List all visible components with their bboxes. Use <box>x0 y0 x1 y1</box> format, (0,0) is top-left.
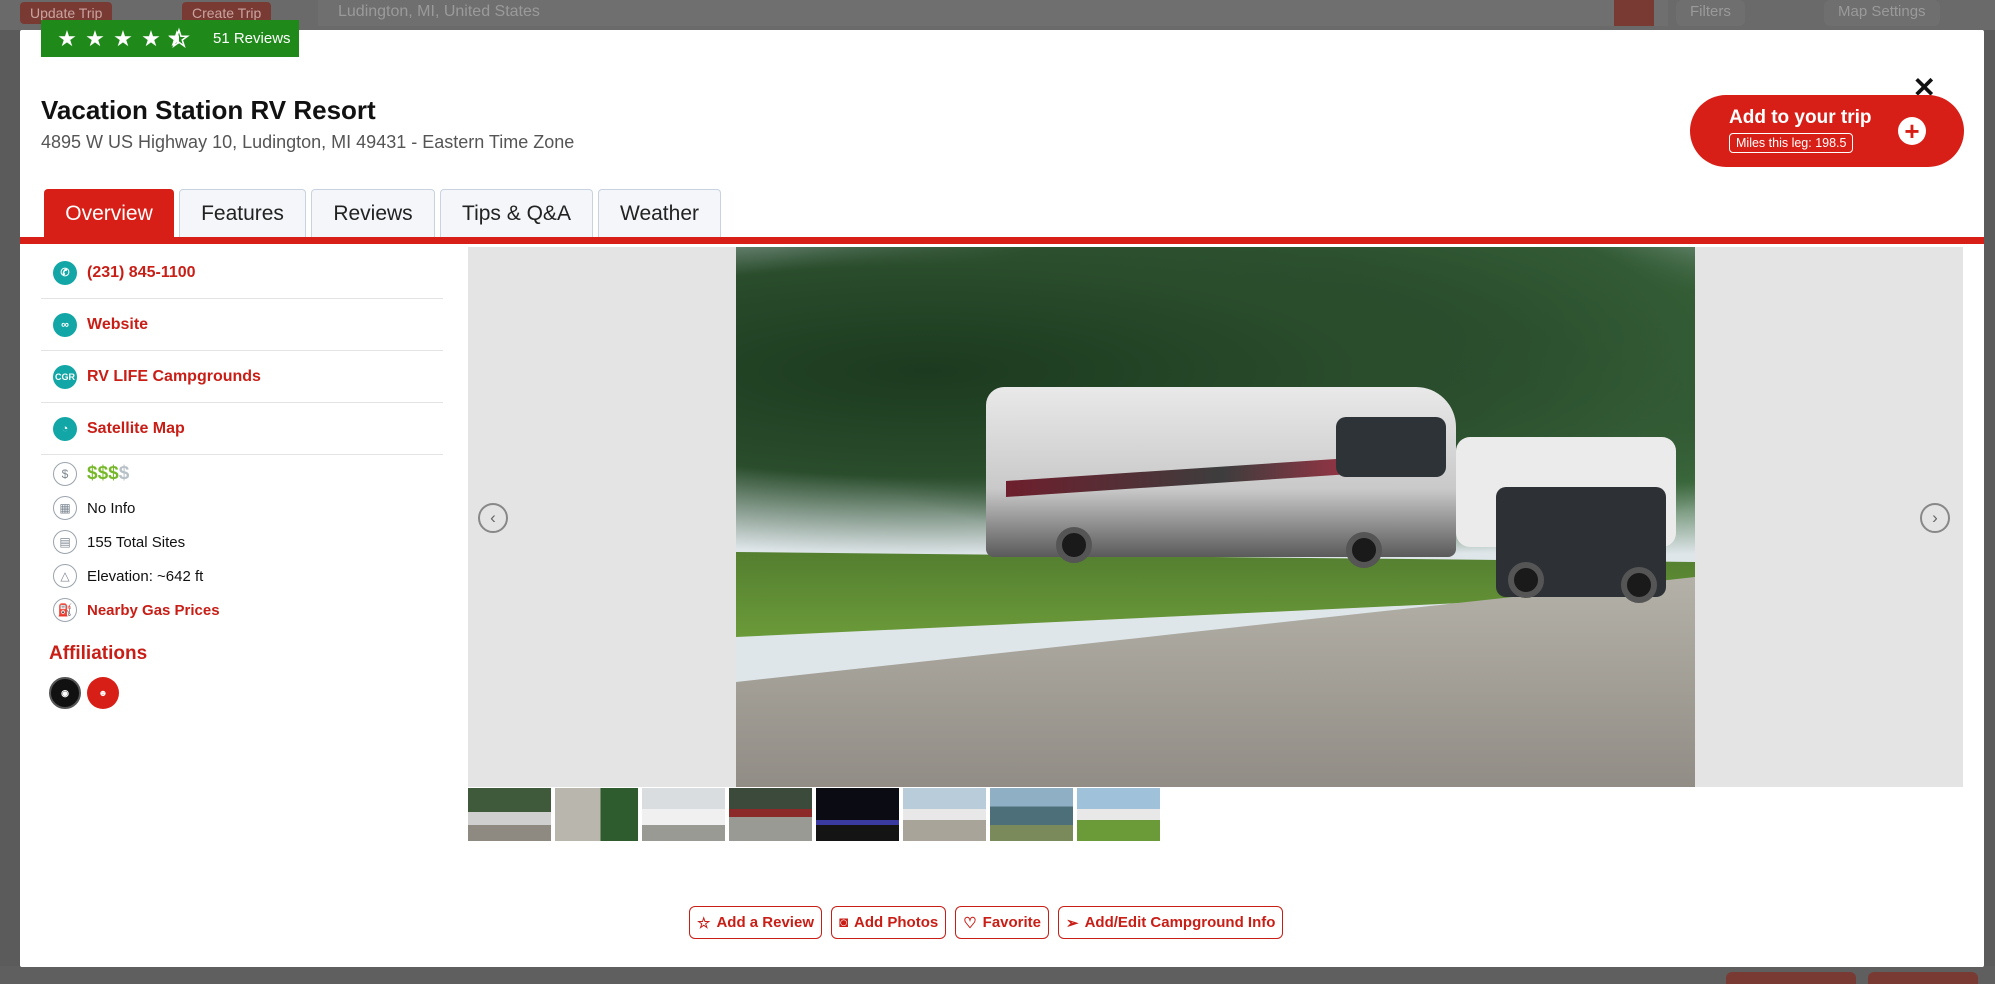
rvlife-row: CGR RV LIFE Campgrounds <box>41 351 443 403</box>
total-sites-value: 155 Total Sites <box>87 533 186 551</box>
favorite-button[interactable]: ♡ Favorite <box>955 906 1050 939</box>
send-icon: ➢ <box>1066 914 1079 932</box>
photo-wheel <box>1508 562 1544 598</box>
tab-weather[interactable]: Weather <box>598 189 721 237</box>
miles-this-leg: Miles this leg: 198.5 <box>1729 133 1854 153</box>
thumbnail[interactable] <box>468 788 551 841</box>
thumbnail[interactable] <box>1077 788 1160 841</box>
star-icon: ★ <box>141 25 161 51</box>
cgr-icon: CGR <box>53 364 77 389</box>
rvlife-campgrounds-link[interactable]: RV LIFE Campgrounds <box>87 368 261 386</box>
satellite-map-link[interactable]: Satellite Map <box>87 420 185 438</box>
heart-icon: ♡ <box>963 914 977 932</box>
edit-campground-info-label: Add/Edit Campground Info <box>1084 914 1276 931</box>
season-row: ▦ No Info <box>41 491 443 525</box>
background-bottom-bar <box>0 966 1995 984</box>
star-icon: ★ <box>85 25 105 51</box>
nearby-gas-prices-link[interactable]: Nearby Gas Prices <box>87 602 220 619</box>
chevron-right-icon[interactable]: › <box>1920 503 1950 533</box>
thumbnail[interactable] <box>729 788 812 841</box>
thumbnail-strip <box>468 788 1160 841</box>
photo-gallery: ‹ › <box>468 247 1963 787</box>
background-search-input: Ludington, MI, United States <box>318 0 1668 26</box>
phone-row: ✆ (231) 845-1100 <box>41 247 443 299</box>
add-photos-button[interactable]: ◙ Add Photos <box>830 906 947 939</box>
review-star-icon: ☆ <box>697 914 711 932</box>
filters-button: Filters <box>1676 0 1745 26</box>
tab-overview[interactable]: Overview <box>44 189 174 237</box>
gas-pump-icon: ⛽ <box>53 598 77 622</box>
edit-campground-info-button[interactable]: ➢ Add/Edit Campground Info <box>1058 906 1284 939</box>
photo-wheel <box>1056 527 1092 563</box>
info-panel: ✆ (231) 845-1100 ∞ Website CGR RV LIFE C… <box>41 247 443 709</box>
star-icon: ★ <box>113 25 133 51</box>
plus-circle-icon: + <box>1898 117 1926 145</box>
satellite-row: ◔ Satellite Map <box>41 403 443 455</box>
price-row: $ $$$$ <box>41 457 443 491</box>
thumbnail[interactable] <box>642 788 725 841</box>
sites-row: ▤ 155 Total Sites <box>41 525 443 559</box>
thumbnail[interactable] <box>990 788 1073 841</box>
website-link[interactable]: Website <box>87 316 148 334</box>
favorite-label: Favorite <box>982 914 1042 931</box>
star-half-icon: ★ <box>167 28 191 50</box>
page-title: Vacation Station RV Resort <box>41 95 376 125</box>
sites-icon: ▤ <box>53 530 77 554</box>
dollar-icon: $ <box>53 462 77 486</box>
phone-icon: ✆ <box>53 260 77 285</box>
add-photos-label: Add Photos <box>854 914 939 931</box>
satellite-icon: ◔ <box>53 416 77 441</box>
chevron-left-icon[interactable]: ‹ <box>478 503 508 533</box>
thumbnail[interactable] <box>903 788 986 841</box>
background-bottom-tab <box>1726 972 1856 984</box>
tab-reviews[interactable]: Reviews <box>311 189 435 237</box>
price-level: $$$ <box>87 463 119 484</box>
calendar-icon: ▦ <box>53 496 77 520</box>
elevation-value: Elevation: ~642 ft <box>87 567 204 585</box>
action-bar: ☆ Add a Review ◙ Add Photos ♡ Favorite ➢… <box>689 906 1284 939</box>
photo-rv-window <box>1336 417 1446 477</box>
background-search-button <box>1614 0 1654 26</box>
good-sam-logo-icon[interactable]: ◉ <box>49 677 81 709</box>
star-icon: ★ <box>57 25 77 51</box>
tab-bar: Overview Features Reviews Tips & Q&A Wea… <box>44 189 721 237</box>
main-photo[interactable] <box>736 247 1695 787</box>
tab-features[interactable]: Features <box>179 189 306 237</box>
tab-divider <box>20 237 1984 244</box>
add-review-button[interactable]: ☆ Add a Review <box>689 906 822 939</box>
phone-link[interactable]: (231) 845-1100 <box>87 264 196 282</box>
season-value: No Info <box>87 499 136 517</box>
background-bottom-tab <box>1868 972 1978 984</box>
add-review-label: Add a Review <box>716 914 814 931</box>
mountain-icon: △ <box>53 564 77 588</box>
link-icon: ∞ <box>53 312 77 337</box>
photo-wheel <box>1346 532 1382 568</box>
photo-wheel <box>1621 567 1657 603</box>
elevation-row: △ Elevation: ~642 ft <box>41 559 443 593</box>
website-row: ∞ Website <box>41 299 443 351</box>
add-to-trip-label: Add to your trip <box>1729 107 1872 128</box>
affiliations-title: Affiliations <box>49 643 148 664</box>
add-to-trip-button[interactable]: Add to your trip Miles this leg: 198.5 + <box>1690 95 1964 167</box>
price-level-remaining: $ <box>118 463 130 484</box>
camera-icon: ◙ <box>838 914 849 931</box>
review-count[interactable]: 51 Reviews <box>213 30 291 47</box>
thumbnail[interactable] <box>816 788 899 841</box>
campground-address: 4895 W US Highway 10, Ludington, MI 4943… <box>41 132 575 152</box>
tab-tips-qa[interactable]: Tips & Q&A <box>440 189 593 237</box>
thumbnail[interactable] <box>555 788 638 841</box>
affiliation-badge-icon[interactable]: ☻ <box>87 677 119 709</box>
map-settings-button: Map Settings <box>1824 0 1940 26</box>
rating-badge: ★ ★ ★ ★ ★ 51 Reviews <box>41 20 299 57</box>
affiliation-logos: ◉ ☻ <box>49 677 443 709</box>
gas-row: ⛽ Nearby Gas Prices <box>41 593 443 627</box>
